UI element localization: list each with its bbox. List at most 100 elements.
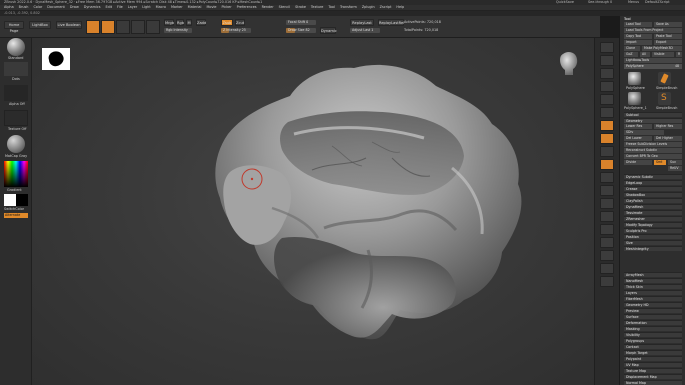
rotate-mode-button[interactable] [146,20,160,34]
smt-toggle[interactable]: Smt [654,160,666,165]
replay-last-button[interactable]: ReplayLast [350,19,374,26]
menu-file[interactable]: File [117,5,123,9]
lower-res-button[interactable]: Lower Res [624,124,652,129]
freeze-subdivision-button[interactable]: Freeze SubDivision Levels [624,142,682,147]
zremesher-section[interactable]: ZRemesher [624,216,682,221]
menu-help[interactable]: Help [396,5,404,9]
subtool-section[interactable]: Subtool [624,112,682,117]
mrgb-button[interactable]: Mrgb [164,19,174,26]
draw-mode-button[interactable] [101,20,115,34]
edit-mode-button[interactable] [86,20,100,34]
scale-mode-button[interactable] [131,20,145,34]
section-geometry-hd[interactable]: Geometry HD [624,302,682,307]
all-button[interactable]: All [640,52,650,57]
menu-stencil[interactable]: Stencil [279,5,290,9]
tool-thumb-simplebrush[interactable] [658,72,671,85]
paste-tool-button[interactable]: Paste Tool [654,34,682,39]
section-displacement-map[interactable]: Displacement Map [624,374,682,379]
menu-texture[interactable]: Texture [311,5,323,9]
menu-transform[interactable]: Transform [340,5,357,9]
floor-button[interactable] [600,133,614,144]
dynamic-button[interactable]: Dynamic [320,27,337,34]
make-polymesh3d-button[interactable]: Make PolyMesh3D [642,46,682,51]
save-as-button[interactable]: Save As [654,22,682,27]
section-polypaint[interactable]: Polypaint [624,356,682,361]
stroke-thumbnail[interactable] [4,62,28,76]
claypolish-section[interactable]: ClayPolish [624,198,682,203]
tool-thumb-polysphere[interactable] [628,72,641,85]
zcut-button[interactable]: Zcut [235,19,245,26]
reconstruct-subdiv-button[interactable]: Reconstruct Subdiv [624,148,682,153]
move-view-button[interactable] [600,185,614,196]
alpha-thumbnail[interactable] [4,85,28,101]
rgb-intensity-slider[interactable]: Rgb Intensity [164,28,192,33]
color-picker[interactable] [4,161,28,187]
menu-material[interactable]: Material [188,5,202,9]
move-mode-button[interactable] [116,20,130,34]
secondary-color-swatch[interactable] [16,194,28,206]
menu-dynamics[interactable]: Dynamics [84,5,101,9]
higher-res-button[interactable]: Higher Res [654,124,682,129]
home-page-button[interactable]: Home Page [4,21,24,33]
menu-macro[interactable]: Macro [156,5,166,9]
xyz-button[interactable] [600,159,614,170]
menu-zplugin[interactable]: Zplugin [362,5,375,9]
default-zscript-button[interactable]: DefaultZScript [645,0,670,4]
rotate-view-button[interactable] [600,211,614,222]
load-tools-from-project-button[interactable]: Load Tools From Project [624,28,682,33]
section-morph-target[interactable]: Morph Target [624,350,682,355]
sculpt-mesh[interactable] [32,38,594,385]
menu-tool[interactable]: Tool [328,5,335,9]
section-nanomesh[interactable]: NanoMesh [624,278,682,283]
position-section[interactable]: Position [624,234,682,239]
section-normal-map[interactable]: Normal Map [624,380,682,385]
section-uv-map[interactable]: UV Map [624,362,682,367]
menu-render[interactable]: Render [262,5,274,9]
aahalf-button[interactable] [600,107,614,118]
section-polygroups[interactable]: Polygroups [624,338,682,343]
section-thick-skin[interactable]: Thick Skin [624,284,682,289]
load-tool-button[interactable]: Load Tool [624,22,652,27]
current-tool-slider[interactable]: PolySphere 48 [624,64,682,69]
r-button[interactable]: R [676,52,682,57]
quicksave-button[interactable]: QuickSave [556,0,574,4]
export-button[interactable]: Export [654,40,682,45]
material-thumbnail[interactable] [7,135,25,153]
dynamesh-section[interactable]: DynaMesh [624,204,682,209]
lightbox-button[interactable]: LightBox [29,21,51,29]
goz-button[interactable]: GoZ [624,52,638,57]
scale-view-button[interactable] [600,198,614,209]
section-layers[interactable]: Layers [624,290,682,295]
menu-alpha[interactable]: Alpha [4,5,14,9]
menu-light[interactable]: Light [142,5,150,9]
scroll-button[interactable] [600,68,614,79]
clone-button[interactable]: Clone [624,46,640,51]
suv-toggle[interactable]: Suv [668,160,682,165]
menu-color[interactable]: Color [33,5,42,9]
section-visibility[interactable]: Visibility [624,332,682,337]
zadd-button[interactable]: Zadd [196,19,206,26]
dynamic-subdiv-section[interactable]: Dynamic Subdiv [624,174,682,179]
persp-button[interactable] [600,120,614,131]
adjust-last-slider[interactable]: Adjust Last 1 [350,28,380,33]
switch-color-button[interactable]: SwitchColor [4,207,24,211]
polyf-button[interactable] [600,224,614,235]
draw-size-slider[interactable]: Draw Size 82 [286,28,316,33]
section-masking[interactable]: Masking [624,326,682,331]
modify-topology-section[interactable]: Modify Topology [624,222,682,227]
solo-button[interactable] [600,263,614,274]
reuv-toggle[interactable]: ReUV [668,166,682,171]
geometry-section[interactable]: Geometry [624,118,682,123]
menu-document[interactable]: Document [47,5,65,9]
menu-stroke[interactable]: Stroke [295,5,306,9]
import-button[interactable]: Import [624,40,652,45]
section-surface[interactable]: Surface [624,314,682,319]
m-button[interactable]: M [186,19,192,26]
sculptris-pro-section[interactable]: Sculptris Pro [624,228,682,233]
z-intensity-slider[interactable]: Z Intensity 25 [221,28,251,33]
convert-bpr-button[interactable]: Convert BPR To Geo [624,154,682,159]
menu-brush[interactable]: Brush [19,5,29,9]
local-button[interactable] [600,146,614,157]
menu-zscript[interactable]: Zscript [380,5,392,9]
replay-last-rel-button[interactable]: ReplayLastRel [378,19,404,26]
